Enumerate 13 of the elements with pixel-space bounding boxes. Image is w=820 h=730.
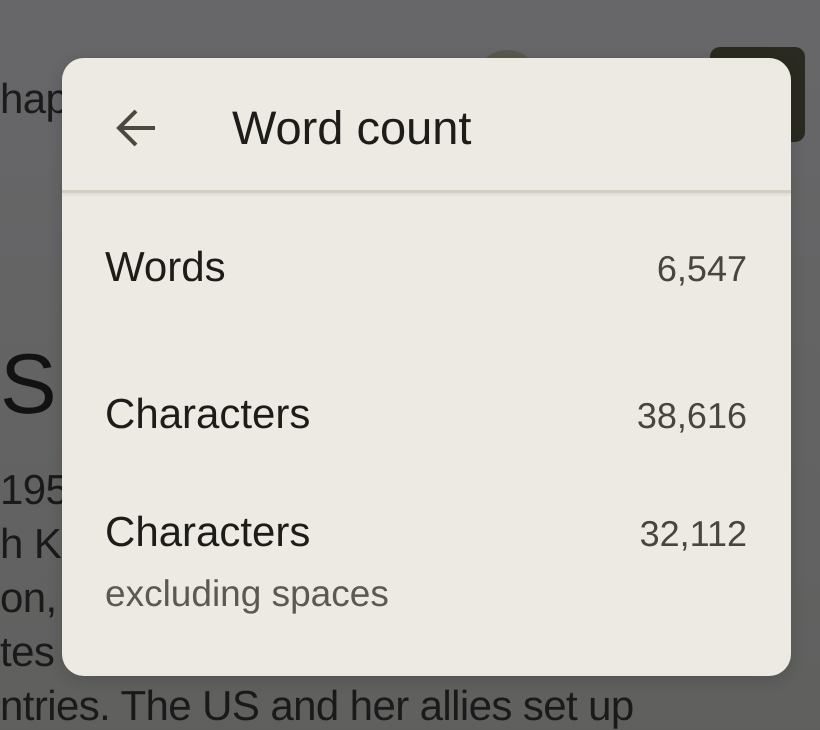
paragraph-line: on,	[0, 573, 57, 623]
paragraph-line: tes	[0, 627, 54, 677]
stat-value: 32,112	[640, 512, 747, 556]
paragraph-line: h K	[0, 519, 62, 569]
paragraph-line: ntries. The US and her allies set up	[0, 681, 634, 730]
stat-label: Words	[105, 242, 226, 292]
stat-label: Characters	[105, 388, 310, 438]
dialog-title: Word count	[232, 100, 472, 156]
stat-value: 38,616	[636, 394, 747, 438]
stat-note: excluding spaces	[105, 572, 389, 616]
stat-value: 6,547	[656, 246, 747, 290]
section-heading: S	[0, 342, 57, 427]
stat-label: Characters	[105, 507, 310, 557]
